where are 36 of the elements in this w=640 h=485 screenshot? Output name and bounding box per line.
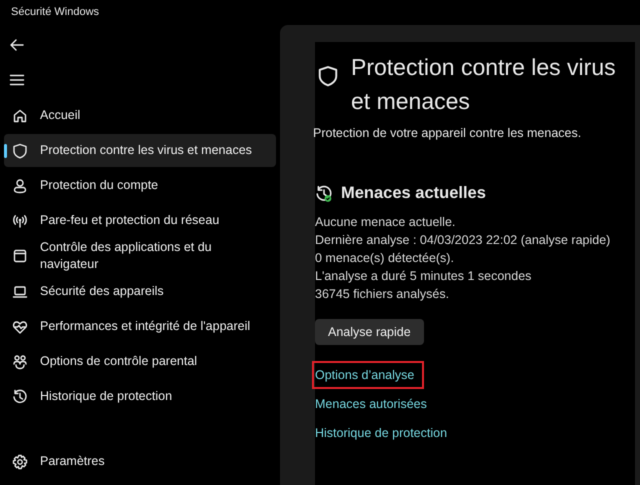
person-icon	[12, 178, 28, 194]
quick-scan-button[interactable]: Analyse rapide	[315, 319, 424, 345]
shield-icon	[12, 142, 28, 158]
gear-icon	[12, 454, 28, 470]
sidebar-item[interactable]: Contrôle des applications et du navigateur	[4, 239, 276, 273]
laptop-icon	[12, 284, 28, 300]
history-icon	[12, 388, 28, 404]
page-subtitle: Protection de votre appareil contre les menaces.	[313, 126, 582, 140]
status-text: 0 menace(s) détectée(s).	[315, 250, 455, 267]
heart-pulse-icon	[12, 318, 28, 334]
link[interactable]: Options d’analyse	[315, 368, 414, 382]
link[interactable]: Menaces autorisées	[315, 396, 427, 410]
family-icon	[12, 354, 28, 370]
sidebar-item[interactable]: Pare-feu et protection du réseau	[4, 204, 276, 237]
sidebar-item[interactable]: Historique de protection	[4, 380, 276, 413]
sidebar-item[interactable]: Accueil	[4, 99, 276, 132]
sidebar-item[interactable]: Options de contrôle parental	[4, 345, 276, 378]
status-text: L'analyse a duré 5 minutes 1 secondes	[315, 268, 532, 285]
shield-icon	[317, 65, 339, 87]
sidebar-item[interactable]: Protection contre les virus et menaces	[4, 134, 276, 167]
link[interactable]: Historique de protection	[315, 426, 448, 440]
antenna-icon	[12, 212, 28, 228]
settings-item[interactable]: Paramètres	[4, 445, 276, 478]
page-title: Protection contre les virus et menaces	[351, 53, 617, 116]
back-arrow-icon	[9, 36, 25, 52]
status-text: Dernière analyse : 04/03/2023 22:02 (analyse rapide)	[315, 232, 612, 249]
window-title: Sécurité Windows	[10, 5, 100, 20]
status-text: Aucune menace actuelle.	[315, 214, 456, 231]
window-icon	[12, 248, 28, 264]
sidebar-item[interactable]: Sécurité des appareils	[4, 275, 276, 308]
section-heading: Menaces actuelles	[341, 184, 486, 203]
status-text: 36745 fichiers analysés.	[315, 286, 450, 303]
home-icon	[12, 108, 28, 124]
sidebar-item[interactable]: Protection du compte	[4, 169, 276, 202]
selection-indicator	[4, 144, 7, 158]
sidebar-item[interactable]: Performances et intégrité de l'appareil	[4, 310, 276, 343]
